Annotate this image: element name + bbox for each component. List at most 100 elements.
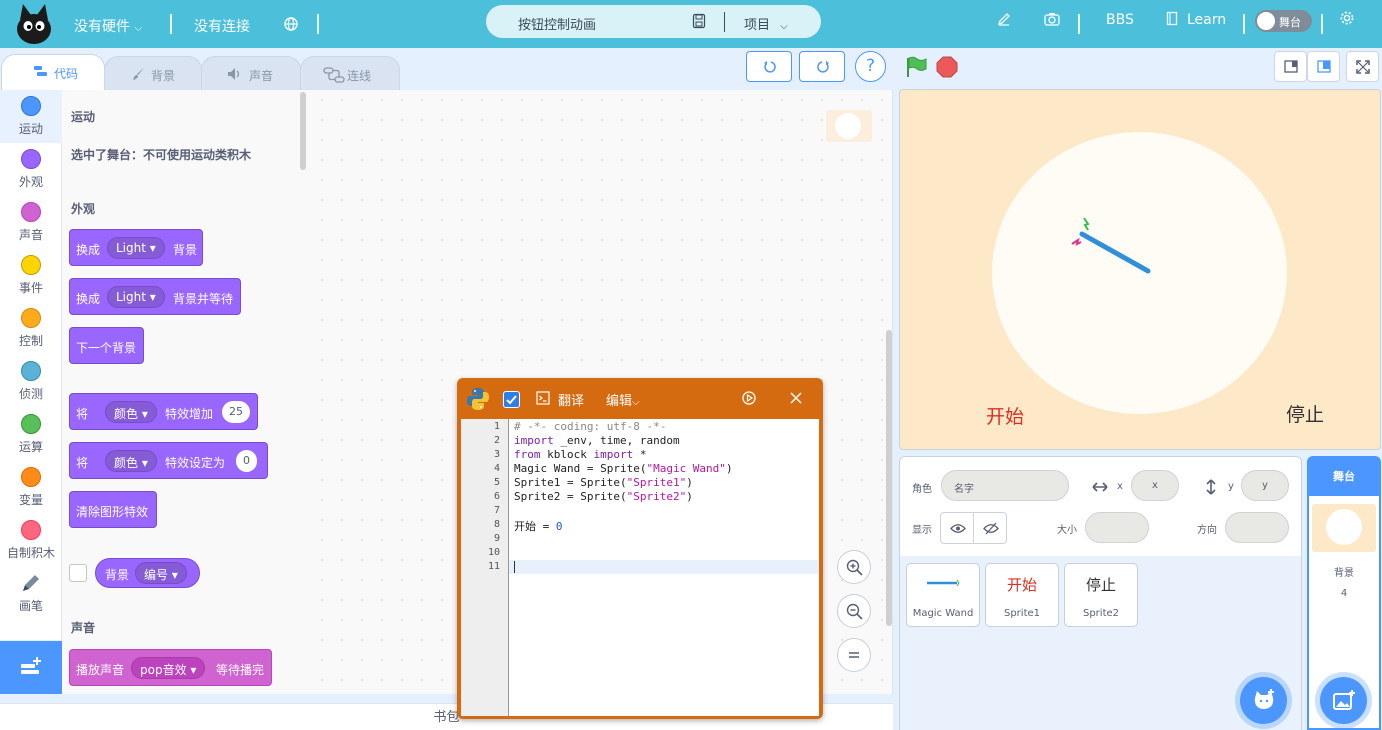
change-effect-block[interactable]: 将 颜色 ▾ 特效增加 25 [69,393,258,430]
x-position-input[interactable]: x [1131,470,1179,501]
category-operators[interactable]: 运算 [0,408,62,461]
zoom-out-button[interactable] [837,594,871,628]
help-button[interactable]: ? [855,51,886,82]
category-dot [21,149,41,169]
stage-toggle[interactable]: 舞台 [1255,10,1312,32]
next-backdrop-block[interactable]: 下一个背景 [69,327,144,364]
effect-dropdown[interactable]: 颜色 ▾ [105,401,157,423]
run-icon[interactable] [742,391,756,405]
caret-down-icon: ▾ [171,568,178,582]
sprite-tile-magic-wand[interactable]: Magic Wand [906,563,980,627]
tab-label: 代码 [54,67,79,81]
category-dot [21,520,41,540]
y-label: y [1228,481,1234,492]
sprite-tile-sprite2[interactable]: 停止 Sprite2 [1064,563,1138,627]
translate-button[interactable]: 翻译 [558,390,584,409]
effect-dropdown[interactable]: 颜色 ▾ [105,450,157,472]
set-effect-block[interactable]: 将 颜色 ▾ 特效设定为 0 [69,442,268,479]
backdrop-number-reporter[interactable]: 背景 编号 ▾ [95,558,200,588]
project-menu[interactable]: 项目 ⌵ [744,14,788,33]
effect-value-input[interactable]: 0 [236,450,257,472]
palette-scrollbar[interactable] [300,92,306,170]
globe-icon[interactable] [284,17,298,31]
switch-backdrop-block[interactable]: 换成 Light ▾ 背景 [69,229,203,266]
python-editor[interactable]: 1 2 3 4 5 6 7 8 9 10 11 # -*- coding: ut… [461,419,819,716]
category-control[interactable]: 控制 [0,302,62,355]
category-variables[interactable]: 变量 [0,461,62,514]
tab-code[interactable]: 代码 [1,54,105,90]
block-text: 等待播完 [216,663,265,677]
large-stage-icon [1317,60,1331,73]
category-sound[interactable]: 声音 [0,196,62,249]
zoom-reset-button[interactable] [837,638,871,672]
add-extension-button[interactable] [0,641,62,694]
script-scrollbar[interactable] [886,330,892,626]
sprite-name-input[interactable]: 名字 [941,470,1069,501]
sprite-tile-sprite1[interactable]: 开始 Sprite1 [985,563,1059,627]
size-input[interactable] [1085,512,1149,543]
large-stage-button[interactable] [1307,51,1340,82]
small-stage-icon [1284,60,1298,73]
undo-button[interactable] [746,51,792,82]
tab-sounds[interactable]: 声音 [201,56,301,90]
redo-icon [817,61,829,73]
play-sound-until-done-block[interactable]: 播放声音 pop音效 ▾ 等待播完 [69,649,272,686]
python-enable-checkbox[interactable] [503,391,520,408]
backdrop-dropdown[interactable]: Light ▾ [107,286,165,308]
direction-input[interactable] [1225,512,1289,543]
stage-canvas[interactable]: 开始 停止 [899,89,1381,450]
python-window-titlebar[interactable]: 翻译 编辑⌵ [457,378,823,418]
category-looks[interactable]: 外观 [0,143,62,196]
chevron-down-icon: ⌵ [632,397,640,408]
block-text: 特效设定为 [165,456,226,470]
category-events[interactable]: 事件 [0,249,62,302]
start-sprite-text[interactable]: 开始 [986,402,1024,429]
hide-sprite-button[interactable] [973,512,1007,544]
stop-sprite-text[interactable]: 停止 [1286,400,1324,427]
fullscreen-button[interactable] [1346,51,1379,82]
tab-backdrops[interactable]: 背景 [104,56,202,90]
learn-link[interactable]: Learn [1187,12,1226,28]
edit-menu[interactable]: 编辑⌵ [606,390,640,409]
effect-amount-input[interactable]: 25 [222,401,250,423]
redo-button[interactable] [799,51,845,82]
backdrop-property-dropdown[interactable]: 编号 ▾ [135,562,187,584]
looks-heading: 外观 [71,202,96,216]
connection-menu[interactable]: 没有连接 [194,16,250,36]
y-position-input[interactable]: y [1241,470,1289,501]
stop-icon[interactable] [936,56,958,78]
category-my-blocks[interactable]: 自制积木 [0,514,62,567]
show-sprite-button[interactable] [940,512,974,544]
line-number: 7 [493,505,500,516]
add-sprite-button[interactable] [1240,677,1287,724]
edit-menu-label: 编辑 [606,394,633,409]
menu-divider [170,14,172,34]
project-title-input[interactable]: 按钮控制动画 [518,14,596,33]
gear-icon[interactable] [1339,10,1355,26]
save-icon[interactable] [692,13,706,29]
switch-backdrop-wait-block[interactable]: 换成 Light ▾ 背景并等待 [69,278,241,315]
category-motion[interactable]: 运动 [0,90,62,143]
clear-effects-block[interactable]: 清除图形特效 [69,491,157,528]
category-dot [21,96,41,116]
magic-wand-sprite[interactable] [1070,214,1152,274]
category-pen[interactable]: 画笔 [0,567,62,620]
backdrop-monitor-checkbox[interactable] [69,564,87,582]
pencil-icon[interactable] [997,12,1011,26]
green-flag-icon[interactable] [904,55,928,79]
cat-logo-icon[interactable] [14,2,54,46]
category-sensing[interactable]: 侦测 [0,355,62,408]
camera-icon[interactable] [1044,12,1060,26]
equals-icon [849,652,859,658]
backdrop-dropdown[interactable]: Light ▾ [107,237,165,259]
add-backdrop-button[interactable] [1320,677,1367,724]
small-stage-button[interactable] [1274,51,1307,82]
hardware-menu[interactable]: 没有硬件 ⌵ [74,16,142,36]
eye-icon [950,524,966,533]
zoom-in-button[interactable] [837,550,871,584]
bbs-link[interactable]: BBS [1106,12,1134,28]
block-palette: 运动 选中了舞台：不可使用运动类积木 外观 换成 Light ▾ 背景 换成 L… [62,90,312,694]
tab-wiring[interactable]: 连线 [300,56,400,90]
sound-dropdown[interactable]: pop音效 ▾ [131,657,206,679]
close-icon[interactable] [790,392,802,404]
